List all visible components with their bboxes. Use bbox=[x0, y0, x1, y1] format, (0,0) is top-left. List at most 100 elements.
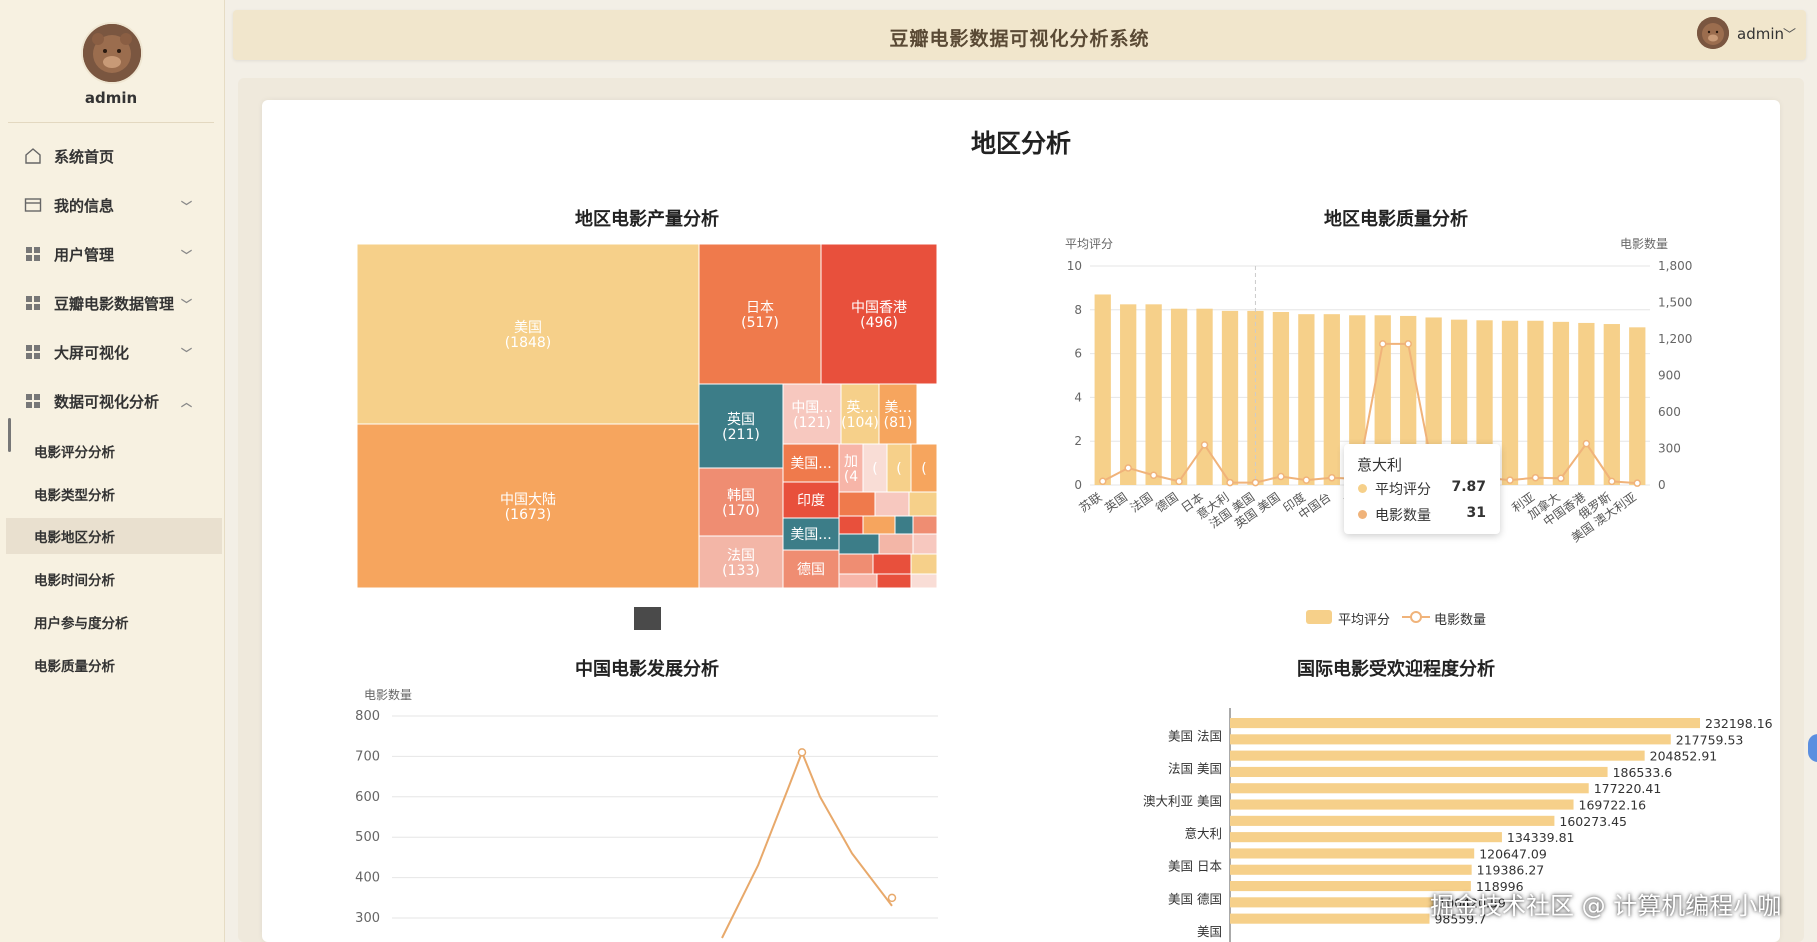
chart-tooltip: 意大利 平均评分 7.87 电影数量 31 bbox=[1344, 444, 1500, 534]
treemap-node[interactable]: 日本(517) bbox=[698, 244, 822, 385]
rating-bar[interactable] bbox=[1272, 311, 1290, 485]
treemap-node[interactable]: ( bbox=[886, 443, 912, 493]
legend-label-count[interactable]: 电影数量 bbox=[1434, 609, 1486, 628]
submenu-region-analysis[interactable]: 电影地区分析 bbox=[6, 518, 222, 554]
legend-swatch-count[interactable] bbox=[1402, 609, 1430, 625]
count-point[interactable] bbox=[1506, 476, 1514, 484]
count-point[interactable] bbox=[1328, 473, 1336, 482]
treemap-node[interactable]: 美...(81) bbox=[878, 383, 918, 445]
region-production-treemap[interactable]: 美国(1848)中国大陆(1673) 日本(517)中国香港(496) 英国(211… bbox=[357, 244, 937, 588]
rating-bar[interactable] bbox=[1578, 322, 1595, 485]
count-point[interactable] bbox=[1557, 474, 1565, 483]
rating-bar[interactable] bbox=[1298, 314, 1315, 485]
grid-icon bbox=[24, 392, 42, 410]
bar-value-label: 232198.16 bbox=[1705, 716, 1773, 731]
watermark: 掘金技术社区 @ 计算机编程小咖 bbox=[1430, 892, 1782, 920]
treemap-node[interactable]: 中国香港(496) bbox=[820, 244, 937, 385]
menu-item-analysis[interactable]: 数据可视化分析 ︿ bbox=[0, 381, 222, 421]
treemap-node[interactable]: 法国(133) bbox=[698, 535, 784, 588]
count-point[interactable] bbox=[1226, 478, 1234, 487]
treemap-node[interactable]: 德国 bbox=[782, 549, 840, 588]
popularity-bar[interactable] bbox=[1230, 832, 1502, 843]
treemap-node[interactable]: 印度 bbox=[782, 481, 840, 519]
treemap-node[interactable]: 英...(104) bbox=[840, 383, 880, 445]
tooltip-dot-count bbox=[1358, 510, 1367, 519]
popularity-bar[interactable] bbox=[1230, 897, 1434, 908]
rating-bar[interactable] bbox=[1145, 304, 1162, 485]
submenu-rating-analysis[interactable]: 电影评分分析 bbox=[0, 433, 222, 469]
rating-bar[interactable] bbox=[1221, 310, 1239, 485]
menu-item-home[interactable]: 系统首页 bbox=[0, 136, 222, 176]
treemap-node[interactable]: 美国(1848) bbox=[357, 244, 700, 425]
china-development-chart[interactable]: 800 700 600 500 400 300 bbox=[340, 700, 950, 942]
rating-bar[interactable] bbox=[1552, 321, 1570, 485]
rating-bar[interactable] bbox=[1527, 320, 1544, 485]
submenu-engagement-analysis[interactable]: 用户参与度分析 bbox=[0, 604, 222, 640]
count-point[interactable] bbox=[1175, 477, 1183, 486]
user-avatar[interactable] bbox=[81, 22, 143, 84]
menu-item-my-info[interactable]: 我的信息 ﹀ bbox=[0, 185, 222, 225]
treemap-node[interactable]: 美国... bbox=[782, 443, 840, 483]
popularity-bar[interactable] bbox=[1230, 864, 1472, 875]
treemap-node[interactable]: 中国大陆(1673) bbox=[357, 423, 700, 588]
count-point[interactable] bbox=[1302, 476, 1311, 484]
submenu-quality-analysis[interactable]: 电影质量分析 bbox=[0, 647, 222, 683]
count-point[interactable] bbox=[1124, 464, 1132, 472]
treemap-node[interactable]: 韩国(170) bbox=[698, 467, 784, 537]
rating-bar[interactable] bbox=[1603, 324, 1620, 485]
count-point[interactable] bbox=[1098, 477, 1107, 485]
count-point[interactable] bbox=[1608, 477, 1616, 486]
bar-value-label: 120647.09 bbox=[1479, 846, 1547, 861]
count-point[interactable] bbox=[1200, 441, 1209, 449]
popularity-bar[interactable] bbox=[1230, 799, 1574, 810]
popularity-bar[interactable] bbox=[1230, 734, 1671, 745]
treemap-node[interactable]: 美国... bbox=[782, 517, 840, 551]
rating-bar[interactable] bbox=[1170, 308, 1188, 485]
chevron-down-icon[interactable]: ﹀ bbox=[1783, 24, 1796, 43]
count-point[interactable] bbox=[1149, 471, 1158, 480]
treemap-small-cell bbox=[894, 515, 914, 535]
count-point[interactable] bbox=[1633, 479, 1642, 487]
treemap-node[interactable]: 英国(211) bbox=[698, 383, 784, 469]
menu-item-user-manage[interactable]: 用户管理 ﹀ bbox=[0, 234, 222, 274]
popularity-bar[interactable] bbox=[1230, 766, 1608, 778]
chevron-up-icon: ︿ bbox=[181, 396, 192, 409]
rating-bar[interactable] bbox=[1323, 314, 1340, 485]
menu-item-big-screen[interactable]: 大屏可视化 ﹀ bbox=[0, 332, 222, 372]
count-point[interactable] bbox=[1251, 478, 1260, 487]
legend-swatch-rating[interactable] bbox=[1306, 610, 1332, 624]
legend-label-rating[interactable]: 平均评分 bbox=[1338, 609, 1390, 628]
popularity-bar[interactable] bbox=[1230, 750, 1645, 761]
user-menu-label[interactable]: admin bbox=[1737, 25, 1784, 43]
tooltip-label-count: 电影数量 bbox=[1375, 508, 1431, 524]
top-bar: 豆瓣电影数据可视化分析系统 admin ﹀ bbox=[233, 10, 1806, 60]
rating-bar[interactable] bbox=[1629, 327, 1646, 485]
count-point[interactable] bbox=[1531, 473, 1540, 482]
rating-bar[interactable] bbox=[1501, 320, 1519, 485]
popularity-bar[interactable] bbox=[1230, 848, 1475, 859]
popularity-bar[interactable] bbox=[1230, 783, 1589, 794]
popularity-bar[interactable] bbox=[1230, 815, 1555, 826]
user-avatar-small[interactable] bbox=[1697, 17, 1729, 49]
rating-bar[interactable] bbox=[1196, 308, 1213, 485]
tooltip-value-count: 31 bbox=[1466, 505, 1486, 521]
treemap-node[interactable]: ( bbox=[910, 443, 937, 493]
treemap-node[interactable]: 加(4 bbox=[838, 443, 864, 493]
submenu-genre-analysis[interactable]: 电影类型分析 bbox=[0, 476, 222, 512]
chevron-down-icon: ﹀ bbox=[181, 347, 192, 360]
count-point[interactable] bbox=[1378, 340, 1387, 348]
count-point[interactable] bbox=[1404, 340, 1412, 348]
treemap-node[interactable]: ( bbox=[862, 443, 888, 493]
count-point[interactable] bbox=[1277, 472, 1285, 481]
popularity-bar[interactable] bbox=[1230, 913, 1430, 924]
menu-item-movie-data[interactable]: 豆瓣电影数据管理 ﹀ bbox=[0, 283, 222, 323]
treemap-label: 中国大陆 bbox=[500, 492, 556, 508]
treemap-breadcrumb[interactable] bbox=[634, 607, 661, 630]
rating-bar[interactable] bbox=[1094, 294, 1111, 485]
submenu-time-analysis[interactable]: 电影时间分析 bbox=[0, 561, 222, 597]
count-point[interactable] bbox=[1582, 439, 1591, 448]
popularity-bar[interactable] bbox=[1230, 718, 1700, 729]
floating-action-button[interactable] bbox=[1808, 734, 1817, 762]
treemap-node[interactable]: 中国...(121) bbox=[782, 383, 842, 445]
rating-bar[interactable] bbox=[1120, 304, 1137, 485]
